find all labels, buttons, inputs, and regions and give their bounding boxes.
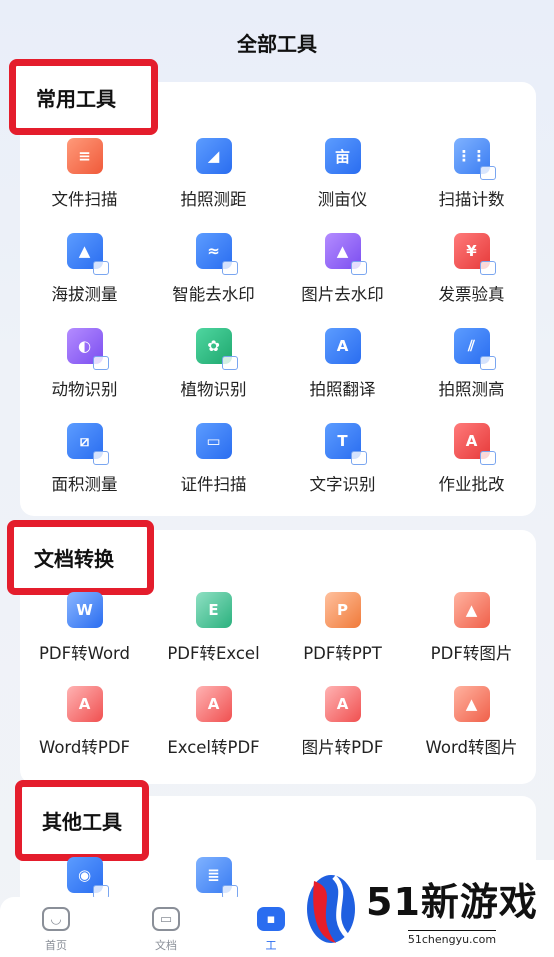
area-measure-icon: ⧄ — [66, 423, 109, 465]
pdf-file-icon: A — [324, 686, 361, 722]
ruler-angle-icon: ◢ — [195, 138, 232, 174]
field-measure-icon: 亩 — [324, 138, 361, 174]
image-clean-icon: ▲ — [324, 233, 367, 275]
remove-watermark-icon: ≈ — [195, 233, 238, 275]
tool-image-watermark[interactable]: ▲ 图片去水印 — [278, 233, 407, 328]
nav-docs[interactable]: ▭ 文档 — [136, 907, 196, 953]
tool-pdf-to-word[interactable]: W PDF转Word — [20, 592, 149, 686]
tool-word-to-image[interactable]: ▲ Word转图片 — [407, 686, 536, 780]
tool-id-scan[interactable]: ▭ 证件扫描 — [149, 423, 278, 518]
image-file-icon: ▲ — [453, 592, 490, 628]
tool-animal-id[interactable]: ◐ 动物识别 — [20, 328, 149, 423]
common-tools-grid: ≡ 文件扫描 ◢ 拍照测距 亩 测亩仪 ⋮⋮ 扫描计数 ▲ 海拔测量 ≈ 智能去… — [20, 138, 536, 518]
translate-icon: A — [324, 328, 361, 364]
tool-pdf-to-ppt[interactable]: P PDF转PPT — [278, 592, 407, 686]
tool-word-to-pdf[interactable]: A Word转PDF — [20, 686, 149, 780]
watermark-logo-icon — [307, 874, 355, 943]
image-file-icon: ▲ — [453, 686, 490, 722]
pdf-file-icon: A — [66, 686, 103, 722]
section-label-doc-convert: 文档转换 — [7, 520, 154, 595]
tool-image-to-pdf[interactable]: A 图片转PDF — [278, 686, 407, 780]
tool-doc-scan[interactable]: ≡ 文件扫描 — [20, 138, 149, 233]
page-title: 全部工具 — [237, 32, 317, 56]
leaf-icon: ✿ — [195, 328, 238, 370]
tool-excel-to-pdf[interactable]: A Excel转PDF — [149, 686, 278, 780]
doc-scan-icon: ≡ — [66, 138, 103, 174]
counter-grid-icon: ⋮⋮ — [453, 138, 496, 180]
nav-tools[interactable]: ▪ 工 — [241, 907, 301, 953]
tool-invoice-verify[interactable]: ¥ 发票验真 — [407, 233, 536, 328]
tool-pdf-to-excel[interactable]: E PDF转Excel — [149, 592, 278, 686]
watermark-url: 51chengyu.com — [407, 930, 497, 946]
tool-remove-watermark[interactable]: ≈ 智能去水印 — [149, 233, 278, 328]
section-label-other-tools: 其他工具 — [15, 780, 149, 861]
tools-icon: ▪ — [257, 907, 285, 931]
folder-icon: ▭ — [152, 907, 180, 931]
tool-altitude[interactable]: ▲ 海拔测量 — [20, 233, 149, 328]
tool-pdf-to-image[interactable]: ▲ PDF转图片 — [407, 592, 536, 686]
tool-area-measure[interactable]: ⧄ 面积测量 — [20, 423, 149, 518]
dog-icon: ◐ — [66, 328, 109, 370]
site-watermark: 51新游戏 51chengyu.com — [298, 860, 554, 957]
tool-scan-count[interactable]: ⋮⋮ 扫描计数 — [407, 138, 536, 233]
ppt-file-icon: P — [324, 592, 361, 628]
height-measure-icon: ⫽ — [453, 328, 496, 370]
homework-check-icon: A — [453, 423, 496, 465]
camera-scan-icon: ◉ — [66, 857, 109, 899]
word-file-icon: W — [66, 592, 103, 628]
nav-home[interactable]: ◡ 首页 — [26, 907, 86, 953]
tool-plant-id[interactable]: ✿ 植物识别 — [149, 328, 278, 423]
pdf-file-icon: A — [195, 686, 232, 722]
invoice-icon: ¥ — [453, 233, 496, 275]
tool-text-ocr[interactable]: T 文字识别 — [278, 423, 407, 518]
tool-field-measure[interactable]: 亩 测亩仪 — [278, 138, 407, 233]
tool-photo-translate[interactable]: A 拍照翻译 — [278, 328, 407, 423]
tool-photo-height[interactable]: ⫽ 拍照测高 — [407, 328, 536, 423]
excel-file-icon: E — [195, 592, 232, 628]
mountain-icon: ▲ — [66, 233, 109, 275]
ruler-icon: ≣ — [195, 857, 238, 899]
tool-homework-check[interactable]: A 作业批改 — [407, 423, 536, 518]
tool-photo-distance[interactable]: ◢ 拍照测距 — [149, 138, 278, 233]
home-icon: ◡ — [42, 907, 70, 931]
watermark-brand: 51新游戏 — [366, 880, 538, 924]
doc-convert-grid: W PDF转Word E PDF转Excel P PDF转PPT ▲ PDF转图… — [20, 592, 536, 780]
text-ocr-icon: T — [324, 423, 367, 465]
section-label-common-tools: 常用工具 — [9, 59, 158, 135]
id-card-icon: ▭ — [195, 423, 232, 459]
